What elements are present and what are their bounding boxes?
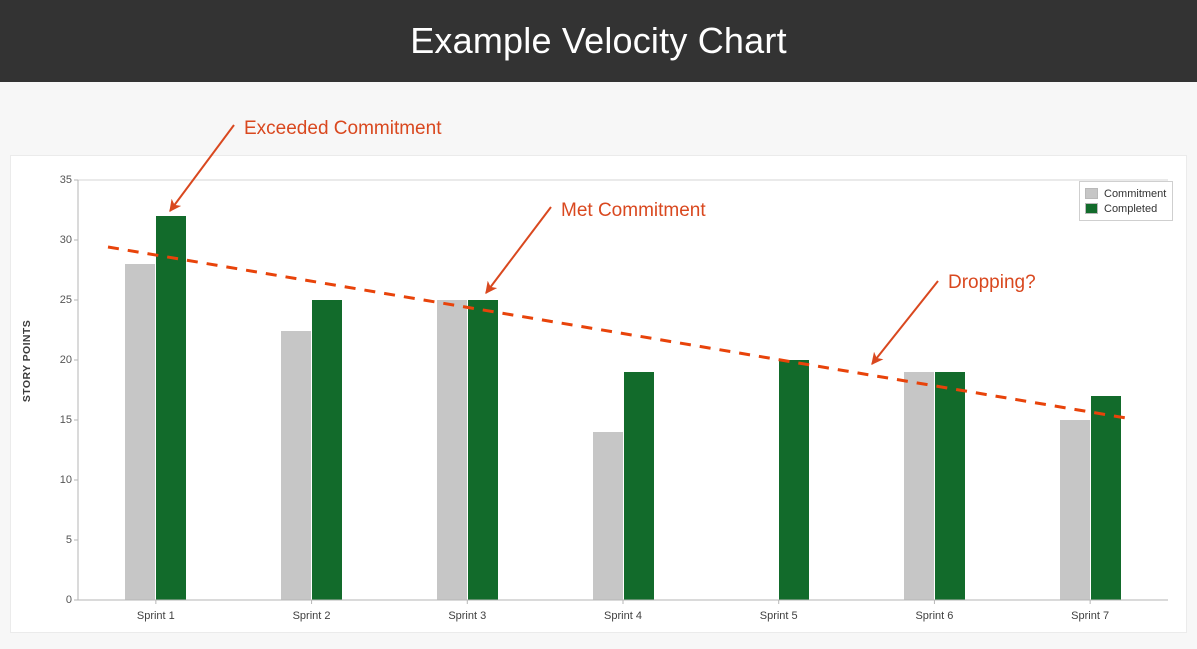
x-tick-label: Sprint 4 xyxy=(604,610,642,622)
page-title: Example Velocity Chart xyxy=(410,20,787,61)
legend-item-commitment: Commitment xyxy=(1085,186,1166,201)
x-tick-label: Sprint 6 xyxy=(915,610,954,622)
bar-group-sprint-6 xyxy=(903,180,965,600)
bar-sprint-1-completed xyxy=(156,216,187,600)
x-tick-label: Sprint 1 xyxy=(136,610,175,622)
bar-group-sprint-7 xyxy=(1059,180,1121,600)
bar-sprint-7-commitment xyxy=(1059,420,1090,600)
bar-sprint-4-commitment xyxy=(592,432,623,600)
bar-sprint-5-completed xyxy=(779,360,810,600)
legend-swatch-commitment xyxy=(1085,188,1098,199)
bar-sprint-6-completed xyxy=(934,372,965,600)
bar-sprint-6-commitment xyxy=(903,372,934,600)
x-tick-label: Sprint 5 xyxy=(759,610,798,622)
x-tick-label: Sprint 3 xyxy=(448,610,487,622)
bars-layer xyxy=(0,180,1197,600)
slide-header: Example Velocity Chart xyxy=(0,0,1197,82)
bar-group-sprint-1 xyxy=(125,180,187,600)
bar-group-sprint-5 xyxy=(748,180,810,600)
bar-sprint-7-completed xyxy=(1090,396,1121,600)
legend-label-completed: Completed xyxy=(1104,202,1158,215)
legend-swatch-completed xyxy=(1085,203,1098,214)
annotation-exceeded-commitment: Exceeded Commitment xyxy=(244,118,442,139)
bar-sprint-2-completed xyxy=(312,300,343,600)
bar-sprint-3-completed xyxy=(467,300,498,600)
bar-sprint-1-commitment xyxy=(125,264,156,600)
bar-group-sprint-3 xyxy=(436,180,498,600)
bar-group-sprint-2 xyxy=(281,180,343,600)
bar-sprint-2-commitment xyxy=(281,331,312,600)
annotation-met-commitment: Met Commitment xyxy=(561,200,706,221)
x-tick-label: Sprint 7 xyxy=(1071,610,1110,622)
x-tick-label: Sprint 2 xyxy=(292,610,331,622)
legend-item-completed: Completed xyxy=(1085,201,1166,216)
bar-sprint-3-commitment xyxy=(436,300,467,600)
bar-sprint-4-completed xyxy=(623,372,654,600)
bar-group-sprint-4 xyxy=(592,180,654,600)
annotation-dropping: Dropping? xyxy=(948,272,1036,293)
chart-legend: Commitment Completed xyxy=(1079,181,1174,221)
legend-label-commitment: Commitment xyxy=(1104,187,1167,200)
